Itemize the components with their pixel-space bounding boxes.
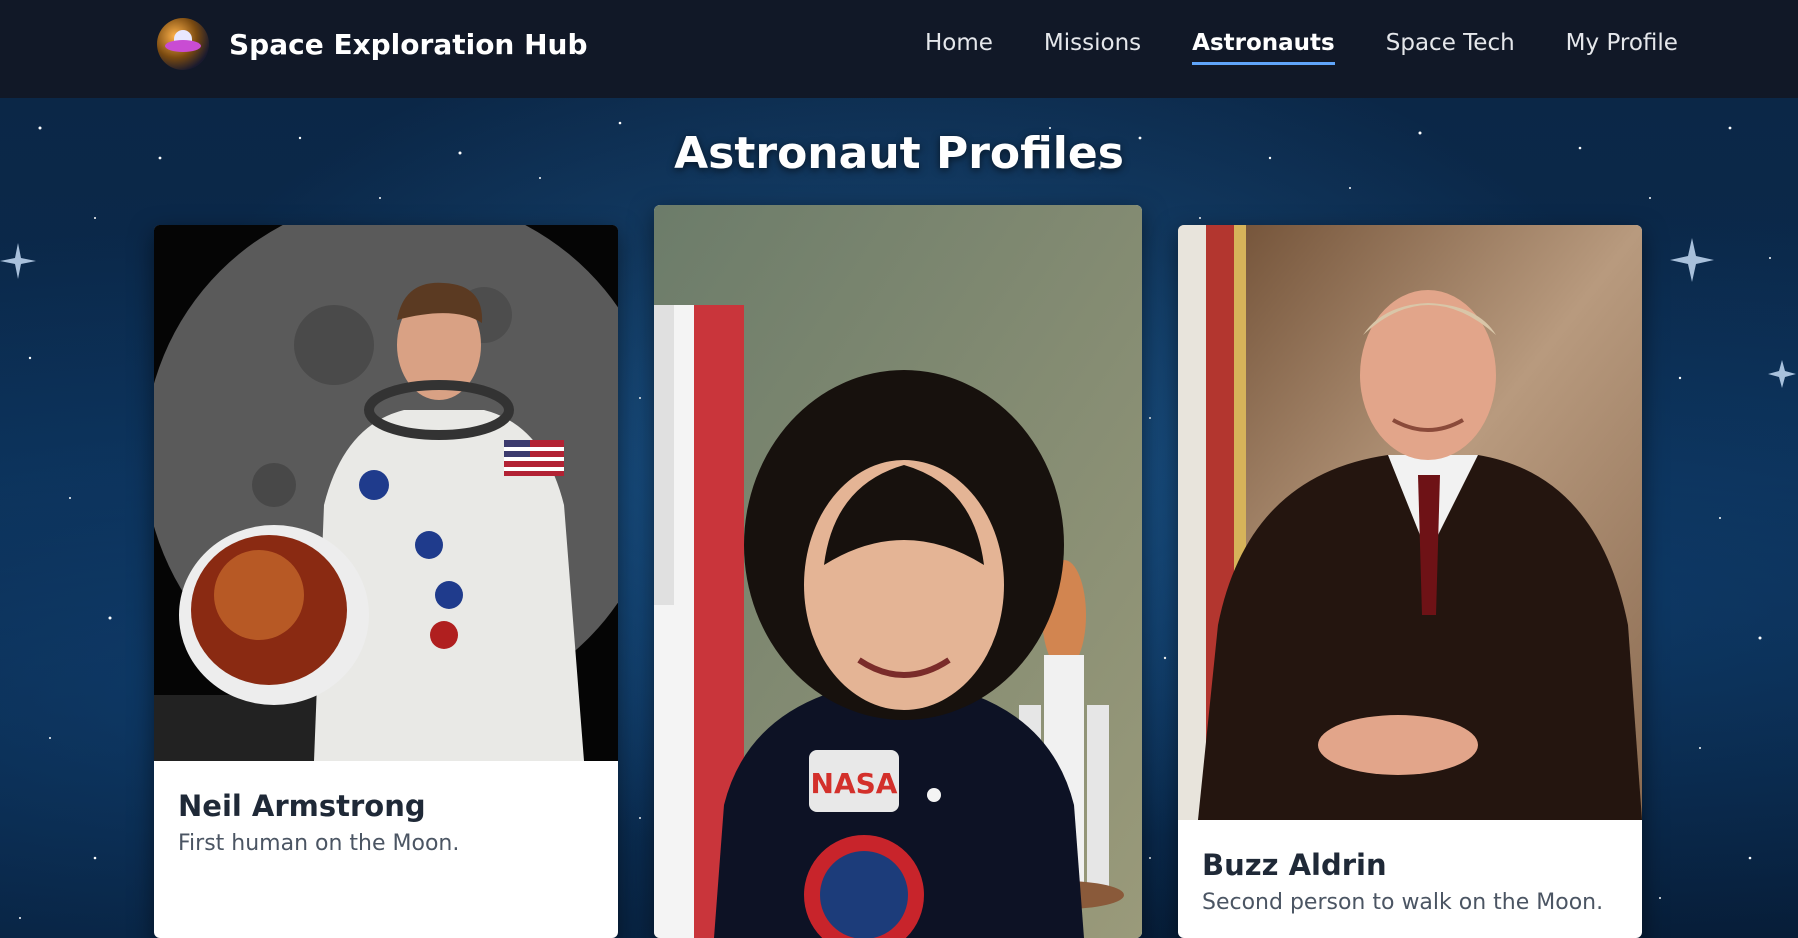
nav-missions[interactable]: Missions xyxy=(1044,30,1141,65)
starfield-section: Astronaut Profiles Neil Armstrong First … xyxy=(0,98,1798,938)
brand[interactable]: Space Exploration Hub xyxy=(157,18,588,70)
astronaut-card-featured[interactable]: NASA xyxy=(654,205,1142,938)
astronaut-spacesuit-portrait-icon xyxy=(154,225,618,761)
page-title: Astronaut Profiles xyxy=(674,128,1124,179)
nav-space-tech[interactable]: Space Tech xyxy=(1386,30,1515,65)
main-nav: Home Missions Astronauts Space Tech My P… xyxy=(925,30,1729,65)
nav-my-profile[interactable]: My Profile xyxy=(1566,30,1678,65)
astronaut-description: Second person to walk on the Moon. xyxy=(1202,890,1604,915)
brand-title: Space Exploration Hub xyxy=(229,27,588,61)
astronaut-name: Neil Armstrong xyxy=(178,789,426,823)
nav-home[interactable]: Home xyxy=(925,30,993,65)
svg-text:NASA: NASA xyxy=(811,767,898,800)
astronaut-name: Buzz Aldrin xyxy=(1202,848,1387,882)
astronaut-card-buzz-aldrin[interactable]: Buzz Aldrin Second person to walk on the… xyxy=(1178,225,1642,938)
astronaut-card-neil-armstrong[interactable]: Neil Armstrong First human on the Moon. xyxy=(154,225,618,938)
card-body: Neil Armstrong First human on the Moon. xyxy=(178,789,459,856)
nav-astronauts[interactable]: Astronauts xyxy=(1192,30,1335,65)
astronaut-description: First human on the Moon. xyxy=(178,831,460,856)
astronaut-flight-suit-portrait-icon: NASA xyxy=(654,205,1142,938)
top-navbar: Space Exploration Hub Home Missions Astr… xyxy=(0,0,1798,98)
card-body: Buzz Aldrin Second person to walk on the… xyxy=(1202,848,1603,915)
ufo-astronaut-logo-icon xyxy=(157,18,209,70)
astronaut-business-suit-portrait-icon xyxy=(1178,225,1642,820)
